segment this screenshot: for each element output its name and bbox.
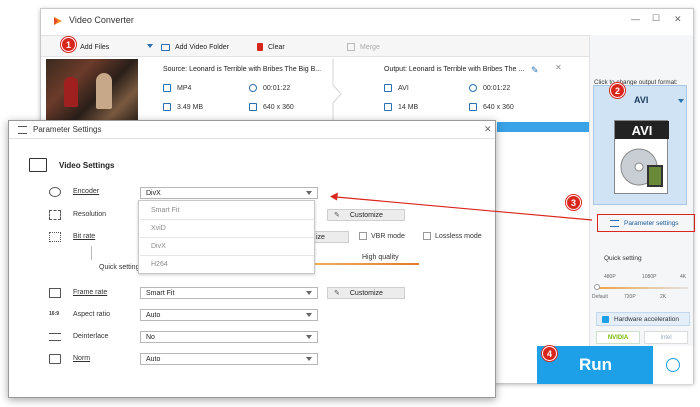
step-badge-1: 1 — [61, 37, 76, 52]
step-badge-4: 4 — [542, 346, 557, 361]
step-badge-2: 2 — [610, 83, 625, 98]
step-badge-3: 3 — [566, 195, 581, 210]
annotation-arrow — [330, 192, 593, 221]
